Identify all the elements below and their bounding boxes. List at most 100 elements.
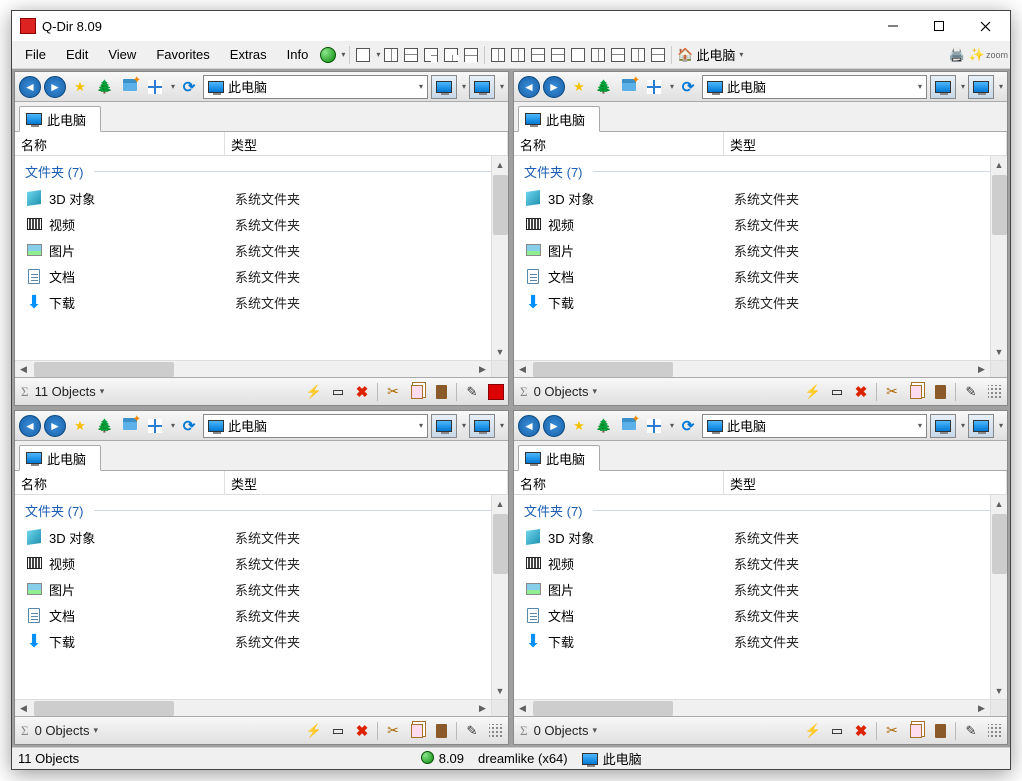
minimize-button[interactable]: [870, 11, 916, 41]
address-dropdown-icon[interactable]: ▾: [918, 421, 922, 430]
back-button[interactable]: ◄: [19, 76, 41, 98]
menu-view[interactable]: View: [99, 44, 145, 65]
list-item[interactable]: 视频系统文件夹: [518, 211, 1003, 237]
wand-icon[interactable]: ✨: [968, 46, 986, 64]
back-button[interactable]: ◄: [19, 415, 41, 437]
list-item[interactable]: 3D 对象系统文件夹: [19, 185, 504, 211]
select-button[interactable]: [984, 720, 1006, 742]
list-item[interactable]: ⬇下载系统文件夹: [19, 289, 504, 315]
scroll-down-icon[interactable]: ▼: [492, 343, 509, 360]
cut-button[interactable]: ✂: [382, 381, 404, 403]
tab-thispc[interactable]: 此电脑: [19, 106, 101, 132]
view-grid-button[interactable]: [643, 415, 665, 437]
edit-button[interactable]: ✎: [461, 720, 483, 742]
column-name[interactable]: 名称: [514, 132, 724, 155]
horizontal-scrollbar[interactable]: ◀ ▶: [514, 699, 1007, 716]
layout-4-icon[interactable]: [462, 46, 480, 64]
tree-button[interactable]: 🌲: [593, 76, 615, 98]
scroll-up-icon[interactable]: ▲: [991, 495, 1008, 512]
menu-info[interactable]: Info: [278, 44, 318, 65]
props-button[interactable]: ▭: [327, 720, 349, 742]
scroll-down-icon[interactable]: ▼: [991, 682, 1008, 699]
refresh-button[interactable]: ⟳: [677, 76, 699, 98]
layout-var2-icon[interactable]: [509, 46, 527, 64]
screen1-button[interactable]: [431, 414, 457, 438]
column-name[interactable]: 名称: [514, 471, 724, 494]
list-item[interactable]: 图片系统文件夹: [19, 237, 504, 263]
scroll-left-icon[interactable]: ◀: [15, 361, 32, 378]
list-item[interactable]: ⬇下载系统文件夹: [518, 289, 1003, 315]
list-item[interactable]: 图片系统文件夹: [518, 237, 1003, 263]
location-label[interactable]: 此电脑: [696, 45, 735, 64]
layout-var6-icon[interactable]: [589, 46, 607, 64]
layout-v2-icon[interactable]: [382, 46, 400, 64]
object-count[interactable]: 0 Objects: [534, 384, 589, 399]
scroll-right-icon[interactable]: ▶: [474, 361, 491, 378]
vertical-scrollbar[interactable]: ▲ ▼: [491, 156, 508, 360]
layout-var3-icon[interactable]: [529, 46, 547, 64]
view-grid-button[interactable]: [643, 76, 665, 98]
chevron-down-icon[interactable]: ▾: [593, 386, 598, 397]
layout-3a-icon[interactable]: [422, 46, 440, 64]
forward-button[interactable]: ►: [543, 76, 565, 98]
close-button[interactable]: [962, 11, 1008, 41]
zoom-icon[interactable]: zoom: [988, 46, 1006, 64]
newfolder-button[interactable]: ✦: [119, 76, 141, 98]
delete-button[interactable]: ✖: [850, 381, 872, 403]
address-dropdown-icon[interactable]: ▾: [918, 82, 922, 91]
vertical-scrollbar[interactable]: ▲ ▼: [990, 495, 1007, 699]
view-grid-button[interactable]: [144, 76, 166, 98]
layout-single-icon[interactable]: [354, 46, 372, 64]
object-count[interactable]: 0 Objects: [534, 723, 589, 738]
screen2-button[interactable]: [469, 414, 495, 438]
screen2-button[interactable]: [469, 75, 495, 99]
refresh-button[interactable]: ⟳: [178, 415, 200, 437]
refresh-button[interactable]: ⟳: [178, 76, 200, 98]
layout-h2-icon[interactable]: [402, 46, 420, 64]
vertical-scrollbar[interactable]: ▲ ▼: [491, 495, 508, 699]
cut-button[interactable]: ✂: [881, 381, 903, 403]
filter-button[interactable]: ⚡: [303, 720, 325, 742]
back-button[interactable]: ◄: [518, 415, 540, 437]
edit-button[interactable]: ✎: [960, 720, 982, 742]
list-item[interactable]: 图片系统文件夹: [518, 576, 1003, 602]
list-item[interactable]: 文档系统文件夹: [518, 602, 1003, 628]
chevron-down-icon[interactable]: ▾: [94, 725, 99, 736]
list-item[interactable]: 视频系统文件夹: [19, 550, 504, 576]
chevron-down-icon[interactable]: ▾: [593, 725, 598, 736]
chevron-down-icon[interactable]: ▾: [100, 386, 105, 397]
horizontal-scrollbar[interactable]: ◀ ▶: [15, 360, 508, 377]
props-button[interactable]: ▭: [826, 381, 848, 403]
object-count[interactable]: 11 Objects: [35, 384, 96, 399]
filter-button[interactable]: ⚡: [802, 720, 824, 742]
group-header[interactable]: 文件夹 (7): [19, 158, 504, 185]
layout-var7-icon[interactable]: [609, 46, 627, 64]
scroll-down-icon[interactable]: ▼: [991, 343, 1008, 360]
scroll-right-icon[interactable]: ▶: [973, 361, 990, 378]
list-item[interactable]: 3D 对象系统文件夹: [19, 524, 504, 550]
horizontal-scrollbar[interactable]: ◀ ▶: [514, 360, 1007, 377]
screen2-button[interactable]: [968, 414, 994, 438]
column-type[interactable]: 类型: [225, 132, 508, 155]
address-dropdown-icon[interactable]: ▾: [419, 82, 423, 91]
list-item[interactable]: 视频系统文件夹: [19, 211, 504, 237]
select-button[interactable]: [485, 381, 507, 403]
horizontal-scrollbar[interactable]: ◀ ▶: [15, 699, 508, 716]
copy-button[interactable]: [406, 381, 428, 403]
favorite-button[interactable]: ★: [568, 415, 590, 437]
object-count[interactable]: 0 Objects: [35, 723, 90, 738]
scroll-left-icon[interactable]: ◀: [514, 361, 531, 378]
newfolder-button[interactable]: ✦: [618, 415, 640, 437]
scroll-right-icon[interactable]: ▶: [474, 700, 491, 717]
list-item[interactable]: 视频系统文件夹: [518, 550, 1003, 576]
delete-button[interactable]: ✖: [850, 720, 872, 742]
tab-thispc[interactable]: 此电脑: [518, 445, 600, 471]
column-name[interactable]: 名称: [15, 471, 225, 494]
cut-button[interactable]: ✂: [881, 720, 903, 742]
menu-edit[interactable]: Edit: [57, 44, 97, 65]
forward-button[interactable]: ►: [543, 415, 565, 437]
screen1-button[interactable]: [930, 414, 956, 438]
list-item[interactable]: 文档系统文件夹: [19, 263, 504, 289]
props-button[interactable]: ▭: [327, 381, 349, 403]
view-grid-button[interactable]: [144, 415, 166, 437]
